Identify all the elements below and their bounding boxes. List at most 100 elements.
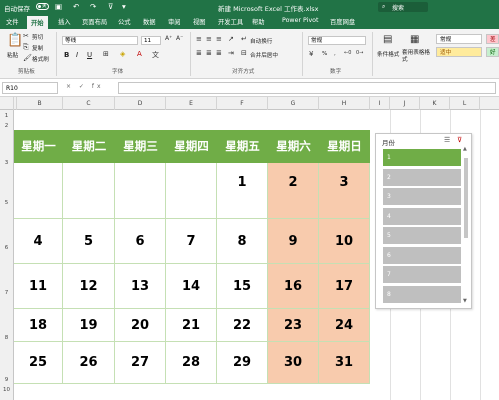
column-header-d[interactable]: D xyxy=(115,97,166,110)
fill-color-icon[interactable]: ◈ xyxy=(120,50,125,58)
formula-input[interactable] xyxy=(118,82,496,94)
cut-button[interactable]: 剪切 xyxy=(32,33,43,41)
align-left-icon[interactable]: ≣ xyxy=(196,49,202,57)
weekday-header-sun[interactable]: 星期日 xyxy=(319,130,370,163)
calendar-day-cell[interactable] xyxy=(63,163,115,219)
row-header-9[interactable]: 9 xyxy=(0,377,13,383)
formula-controls[interactable]: × ✓ fx xyxy=(66,83,104,90)
cut-icon[interactable]: ✂ xyxy=(23,32,29,40)
calendar-day-cell[interactable] xyxy=(115,163,166,219)
format-painter-icon[interactable]: 🖌 xyxy=(23,54,32,62)
calendar-day-cell[interactable]: 24 xyxy=(319,309,370,342)
style-good[interactable]: 好 xyxy=(486,47,499,57)
tab-baidu-netdisk[interactable]: 百度网盘 xyxy=(330,17,355,26)
search-box[interactable]: ⌕ 搜索 xyxy=(378,2,428,12)
wrap-text-button[interactable]: 自动换行 xyxy=(250,37,272,45)
tab-help[interactable]: 帮助 xyxy=(252,17,265,26)
slicer-scroll-thumb[interactable] xyxy=(464,158,468,238)
align-right-icon[interactable]: ≣ xyxy=(216,49,222,57)
conditional-format-icon[interactable]: ▤ xyxy=(383,34,392,45)
weekday-header-tue[interactable]: 星期二 xyxy=(63,130,115,163)
calendar-day-cell[interactable]: 26 xyxy=(63,342,115,384)
calendar-day-cell[interactable]: 11 xyxy=(14,264,63,309)
weekday-header-thu[interactable]: 星期四 xyxy=(166,130,217,163)
paste-icon[interactable]: 📋 xyxy=(7,33,23,48)
calendar-day-cell[interactable]: 23 xyxy=(268,309,319,342)
calendar-day-cell[interactable]: 31 xyxy=(319,342,370,384)
slicer-scrollbar[interactable]: ▲ ▼ xyxy=(463,146,469,304)
autosave-toggle[interactable]: 关 xyxy=(36,3,49,10)
calendar-day-cell[interactable]: 29 xyxy=(217,342,268,384)
undo-icon[interactable]: ↶ xyxy=(73,2,79,11)
slicer-item[interactable]: 8 xyxy=(383,285,461,303)
conditional-format-button[interactable]: 条件格式 xyxy=(377,50,399,58)
multi-select-icon[interactable]: ☰ xyxy=(444,136,450,144)
column-header-k[interactable]: K xyxy=(420,97,450,110)
calendar-day-cell[interactable]: 28 xyxy=(166,342,217,384)
column-header-g[interactable]: G xyxy=(268,97,319,110)
copy-button[interactable]: 复制 xyxy=(32,44,43,52)
copy-icon[interactable]: ⎘ xyxy=(23,43,29,52)
calendar-day-cell[interactable]: 30 xyxy=(268,342,319,384)
column-header-b[interactable]: B xyxy=(17,97,63,110)
calendar-day-cell[interactable]: 9 xyxy=(268,219,319,264)
tab-home[interactable]: 开始 xyxy=(27,16,48,29)
row-header-3[interactable]: 3 xyxy=(0,160,13,166)
phonetic-icon[interactable]: 文 xyxy=(152,50,159,60)
table-format-button[interactable]: 套用表格格式 xyxy=(402,50,432,64)
table-format-icon[interactable]: ▦ xyxy=(410,34,419,45)
calendar-day-cell[interactable]: 22 xyxy=(217,309,268,342)
calendar-day-cell[interactable]: 20 xyxy=(115,309,166,342)
clear-filter-icon[interactable]: ⊽ xyxy=(457,136,462,144)
redo-icon[interactable]: ↷ xyxy=(90,2,96,11)
calendar-day-cell[interactable]: 10 xyxy=(319,219,370,264)
weekday-header-mon[interactable]: 星期一 xyxy=(14,130,63,163)
currency-icon[interactable]: ¥ xyxy=(309,50,313,58)
slicer-item[interactable]: 1 xyxy=(383,149,461,166)
italic-button[interactable]: I xyxy=(76,51,78,59)
weekday-header-sat[interactable]: 星期六 xyxy=(268,130,319,163)
align-center-icon[interactable]: ≣ xyxy=(206,49,212,57)
calendar-day-cell[interactable]: 13 xyxy=(115,264,166,309)
weekday-header-wed[interactable]: 星期三 xyxy=(115,130,166,163)
calendar-day-cell[interactable]: 7 xyxy=(166,219,217,264)
filter-icon[interactable]: ⊽ xyxy=(108,2,114,11)
calendar-day-cell[interactable]: 19 xyxy=(63,309,115,342)
tab-developer[interactable]: 开发工具 xyxy=(218,17,243,26)
slicer-item[interactable]: 3 xyxy=(383,188,461,205)
calendar-day-cell[interactable]: 5 xyxy=(63,219,115,264)
indent-icon[interactable]: ⇥ xyxy=(228,49,234,57)
slicer-item[interactable]: 5 xyxy=(383,227,461,244)
decrease-font-icon[interactable]: A⁻ xyxy=(176,35,183,42)
column-header-e[interactable]: E xyxy=(166,97,217,110)
align-middle-icon[interactable]: ≡ xyxy=(206,35,212,43)
tab-formulas[interactable]: 公式 xyxy=(118,17,131,26)
column-header-j[interactable]: J xyxy=(390,97,420,110)
column-header-h[interactable]: H xyxy=(319,97,370,110)
wrap-text-icon[interactable]: ↵ xyxy=(241,35,247,43)
tab-file[interactable]: 文件 xyxy=(6,17,19,26)
row-header-1[interactable]: 1 xyxy=(0,113,13,119)
quick-access-menu-icon[interactable]: ▾ xyxy=(122,2,126,11)
row-header-7[interactable]: 7 xyxy=(0,290,13,296)
underline-button[interactable]: U xyxy=(87,51,92,59)
scroll-down-icon[interactable]: ▼ xyxy=(463,298,467,304)
column-header-c[interactable]: C xyxy=(63,97,115,110)
calendar-day-cell[interactable]: 15 xyxy=(217,264,268,309)
tab-data[interactable]: 数据 xyxy=(143,17,156,26)
tab-power-pivot[interactable]: Power Pivot xyxy=(282,17,319,24)
name-box[interactable]: R10 xyxy=(2,82,58,94)
slicer-item[interactable]: 2 xyxy=(383,168,461,186)
calendar-day-cell[interactable]: 8 xyxy=(217,219,268,264)
row-header-8[interactable]: 8 xyxy=(0,335,13,341)
calendar-day-cell[interactable]: 1 xyxy=(217,163,268,219)
increase-font-icon[interactable]: A⁺ xyxy=(165,35,172,42)
tab-insert[interactable]: 插入 xyxy=(58,17,71,26)
align-top-icon[interactable]: ≡ xyxy=(196,35,202,43)
calendar-day-cell[interactable]: 27 xyxy=(115,342,166,384)
align-bottom-icon[interactable]: ≡ xyxy=(216,35,222,43)
merge-center-button[interactable]: 合并后居中 xyxy=(250,51,278,59)
bold-button[interactable]: B xyxy=(64,51,69,59)
calendar-day-cell[interactable]: 21 xyxy=(166,309,217,342)
paste-button[interactable]: 粘贴 xyxy=(7,51,18,59)
